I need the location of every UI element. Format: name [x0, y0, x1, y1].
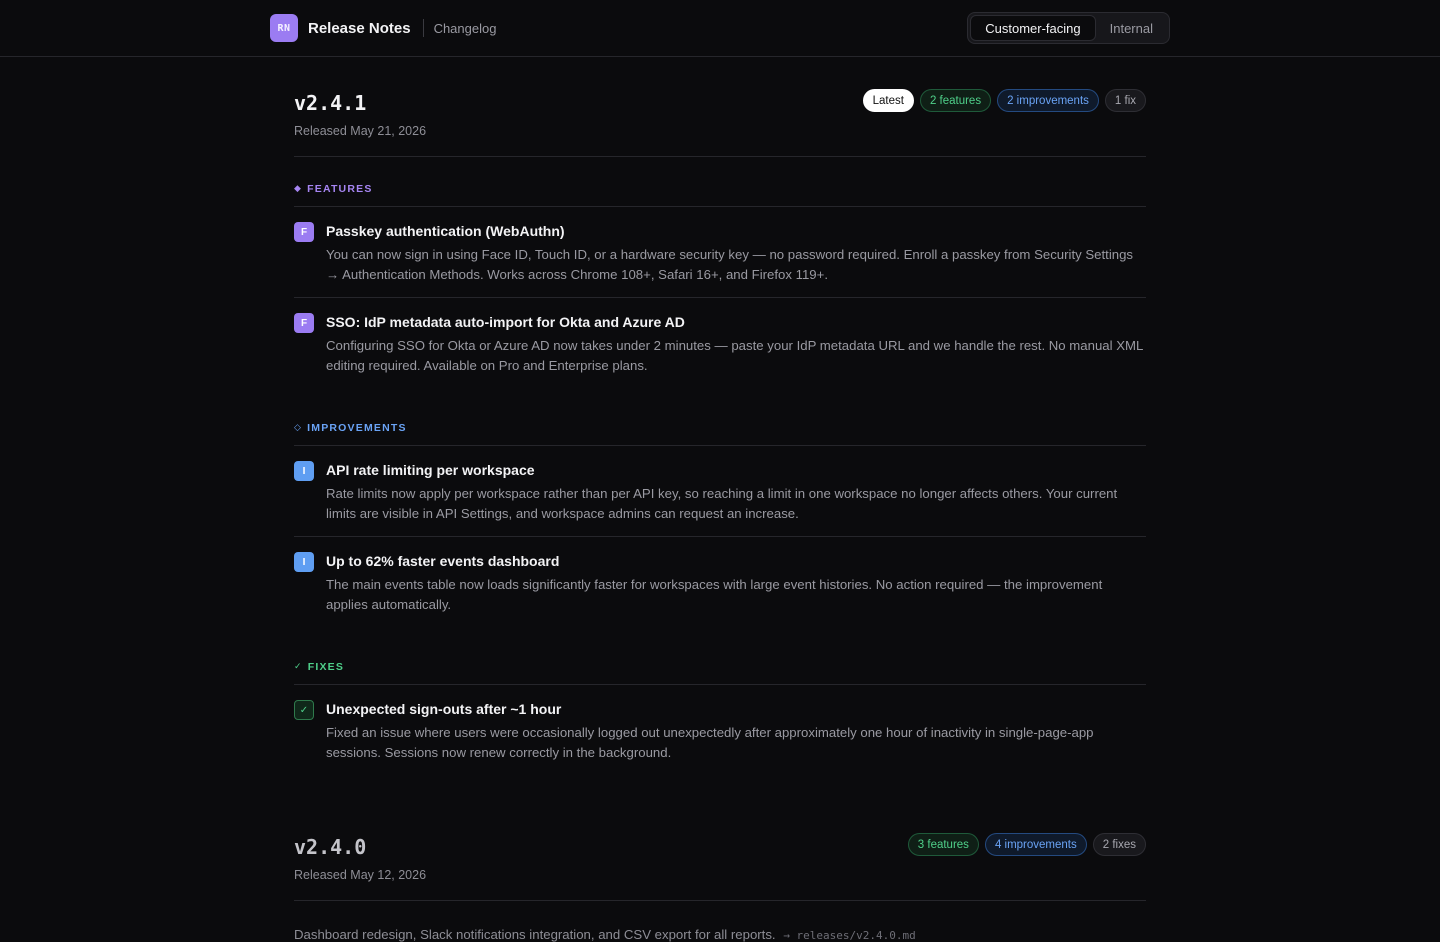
- app-title[interactable]: Release Notes: [308, 20, 411, 37]
- section-fixes-header: ✓ FIXES: [294, 635, 1146, 685]
- diamond-filled-icon: ◆: [294, 183, 303, 193]
- top-bar: RN Release Notes Changelog Customer-faci…: [0, 0, 1440, 57]
- features-count-badge[interactable]: 2 features: [919, 89, 992, 112]
- section-features-header: ◆ FEATURES: [294, 157, 1146, 207]
- features-count-badge[interactable]: 3 features: [907, 833, 979, 856]
- fixes-count-badge[interactable]: 1 fix: [1104, 89, 1146, 112]
- title-divider: [422, 19, 424, 37]
- improvements-count-badge[interactable]: 4 improvements: [984, 833, 1087, 856]
- audience-toggle: Customer-facing Internal: [967, 12, 1170, 44]
- release-list: v2.4.1 Released May 21, 2026 Latest 2 fe…: [294, 57, 1146, 942]
- feature-icon: F: [294, 222, 314, 242]
- section-improvements-header: ◇ IMPROVEMENTS: [294, 396, 1146, 446]
- checkmark-icon: ✓: [294, 661, 303, 671]
- feature-entry[interactable]: F Passkey authentication (WebAuthn) You …: [294, 207, 1146, 298]
- feature-entry[interactable]: F SSO: IdP metadata auto-import for Okta…: [294, 298, 1146, 388]
- improvements-count-badge[interactable]: 2 improvements: [997, 89, 1099, 112]
- changelog-link[interactable]: Changelog: [434, 21, 497, 36]
- section-label: IMPROVEMENTS: [307, 421, 407, 434]
- release-summary: Dashboard redesign, Slack notifications …: [294, 927, 1146, 942]
- feature-icon: F: [294, 313, 314, 333]
- section-label: FEATURES: [307, 182, 373, 195]
- entry-title: SSO: IdP metadata auto-import for Okta a…: [326, 314, 685, 330]
- release-header: v2.4.0 Released May 12, 2026 3 features …: [294, 801, 1146, 901]
- segment-customer-facing[interactable]: Customer-facing: [970, 15, 1096, 41]
- release-date: Released May 12, 2026: [294, 868, 427, 882]
- entry-title: Passkey authentication (WebAuthn): [326, 223, 565, 239]
- improvement-icon: I: [294, 552, 314, 572]
- release-badges: 3 features 4 improvements 2 fixes: [907, 833, 1146, 856]
- release-badges: Latest 2 features 2 improvements 1 fix: [862, 89, 1146, 112]
- fixes-count-badge[interactable]: 2 fixes: [1092, 833, 1146, 856]
- summary-text: Dashboard redesign, Slack notifications …: [294, 927, 776, 942]
- improvement-entry[interactable]: I API rate limiting per workspace Rate l…: [294, 446, 1146, 537]
- entry-title: API rate limiting per workspace: [326, 462, 535, 478]
- entry-description: You can now sign in using Face ID, Touch…: [326, 247, 1134, 282]
- entry-description: The main events table now loads signific…: [326, 577, 1103, 612]
- release-version: v2.4.1: [294, 91, 367, 115]
- release-date: Released May 21, 2026: [294, 124, 427, 138]
- section-label: FIXES: [307, 660, 345, 673]
- latest-badge: Latest: [862, 89, 914, 112]
- fix-check-icon: ✓: [294, 700, 314, 720]
- entry-title: Unexpected sign-outs after ~1 hour: [326, 701, 562, 717]
- diamond-outline-icon: ◇: [294, 422, 303, 432]
- release-version: v2.4.0: [294, 835, 367, 859]
- release-file-link[interactable]: → releases/v2.4.0.md: [783, 929, 915, 942]
- segment-internal[interactable]: Internal: [1096, 15, 1167, 41]
- entry-description: Rate limits now apply per workspace rath…: [326, 486, 1118, 521]
- improvement-entry[interactable]: I Up to 62% faster events dashboard The …: [294, 537, 1146, 627]
- release-header: v2.4.1 Released May 21, 2026 Latest 2 fe…: [294, 57, 1146, 157]
- release-v2-4-0: v2.4.0 Released May 12, 2026 3 features …: [294, 801, 1146, 942]
- entry-title: Up to 62% faster events dashboard: [326, 553, 560, 569]
- entry-description: Fixed an issue where users were occasion…: [326, 725, 1094, 760]
- release-v2-4-1: v2.4.1 Released May 21, 2026 Latest 2 fe…: [294, 57, 1146, 775]
- entry-description: Configuring SSO for Okta or Azure AD now…: [326, 338, 1143, 373]
- improvement-icon: I: [294, 461, 314, 481]
- fix-entry[interactable]: ✓ Unexpected sign-outs after ~1 hour Fix…: [294, 685, 1146, 775]
- top-bar-inner: RN Release Notes Changelog Customer-faci…: [270, 0, 1170, 56]
- app-logo[interactable]: RN: [270, 14, 298, 42]
